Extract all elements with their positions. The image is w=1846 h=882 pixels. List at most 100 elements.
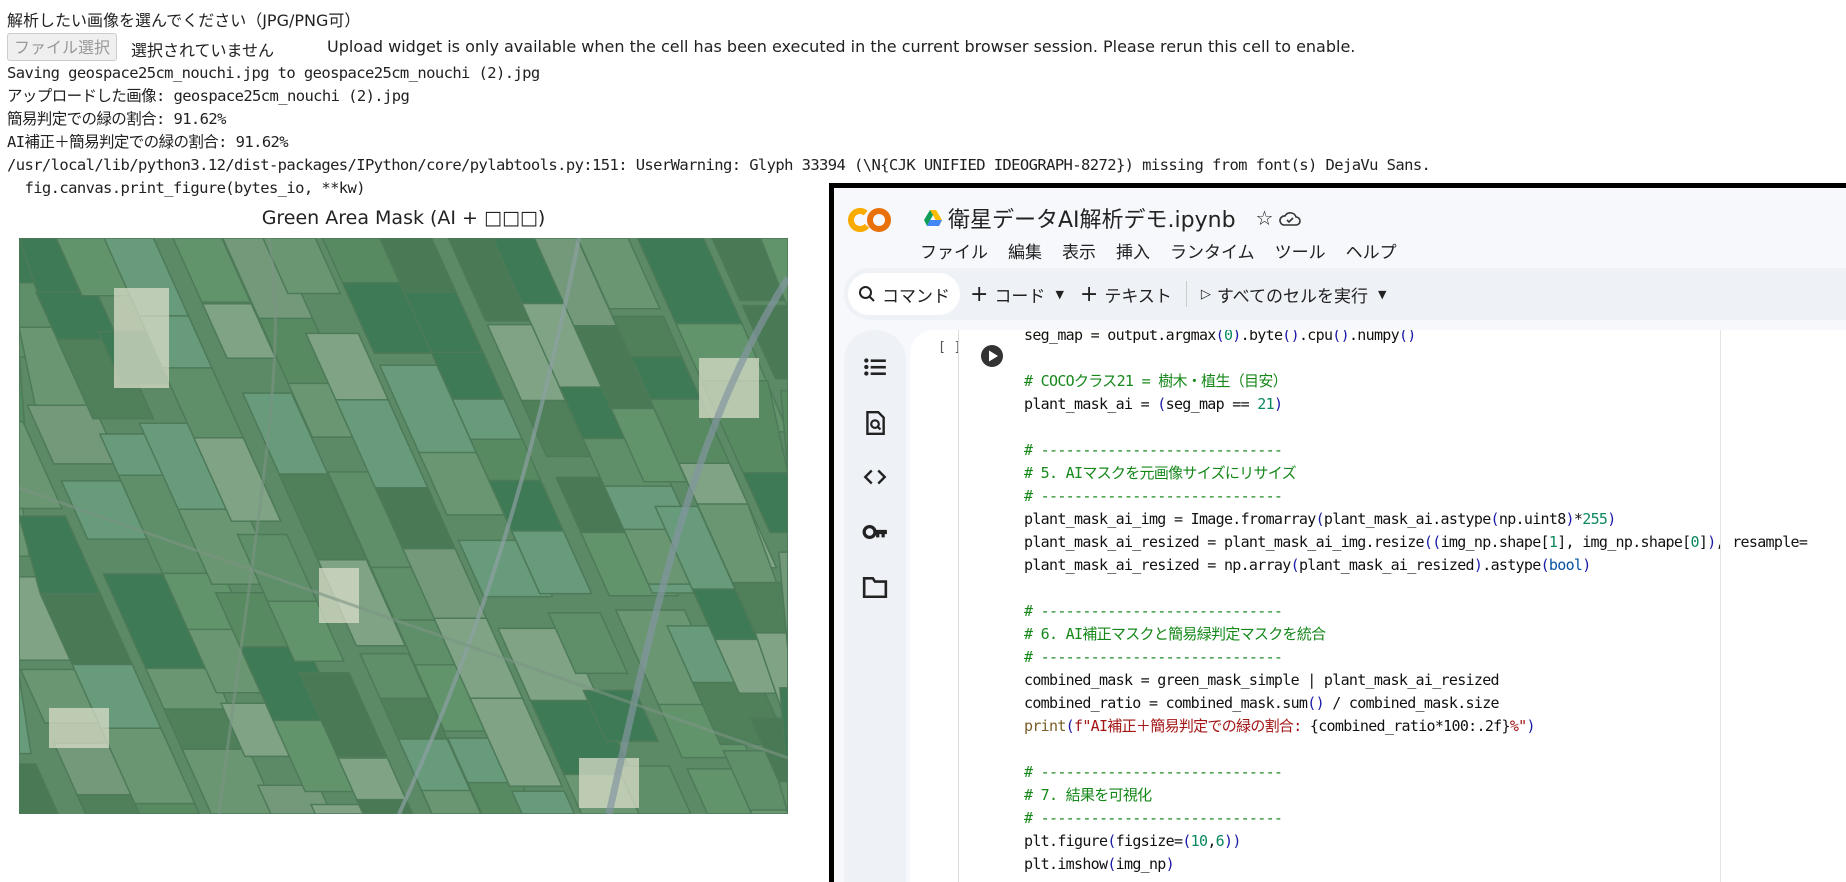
code-token: ) [1232, 330, 1241, 344]
menu-insert[interactable]: 挿入 [1116, 238, 1150, 263]
code-dropdown-chevron-icon[interactable]: ▼ [1055, 288, 1063, 301]
code-token: * [1573, 510, 1583, 528]
run-all-dropdown-chevron-icon[interactable]: ▼ [1378, 288, 1386, 301]
menu-bar: ファイル 編集 表示 挿入 ランタイム ツール ヘルプ [920, 238, 1397, 263]
notebook-title[interactable]: 衛星データAI解析デモ.ipynb [948, 202, 1236, 234]
code-token: # ----------------------------- [1024, 809, 1283, 827]
code-token: # ----------------------------- [1024, 602, 1283, 620]
code-token: () [1332, 330, 1349, 344]
code-token: img_np [1115, 855, 1167, 873]
add-code-label: コード [994, 286, 1046, 307]
menu-edit[interactable]: 編集 [1008, 238, 1042, 263]
toolbar-divider [1185, 281, 1187, 307]
field-patch [748, 809, 788, 814]
colab-logo-icon [848, 208, 891, 232]
secrets-key-icon[interactable] [862, 519, 888, 545]
code-line: plant_mask_ai = (seg_map == 21) [1024, 393, 1807, 416]
warning-line: /usr/local/lib/python3.12/dist-packages/… [7, 156, 1431, 174]
code-token: .numpy [1348, 330, 1400, 344]
code-snippets-icon[interactable] [862, 464, 888, 490]
code-token: / combined_mask.size [1323, 694, 1499, 712]
code-token: plant_mask_ai = [1024, 395, 1158, 413]
code-line: plant_mask_ai_img = Image.fromarray(plan… [1024, 508, 1807, 531]
output-line: AI補正＋簡易判定での緑の割合: 91.62% [7, 133, 289, 151]
code-token: img_np.shape[ [1440, 533, 1550, 551]
code-token: ( [1157, 395, 1166, 413]
code-token: plant_mask_ai_img = Image.fromarray [1024, 510, 1316, 528]
field-patch [114, 288, 169, 388]
code-token: 1 [1548, 533, 1558, 551]
code-token: , resample= [1715, 533, 1808, 551]
output-line: Saving geospace25cm_nouchi.jpg to geospa… [7, 64, 540, 82]
code-token: 21 [1257, 395, 1274, 413]
find-icon[interactable] [862, 410, 888, 436]
code-line: plant_mask_ai_resized = plant_mask_ai_im… [1024, 531, 1808, 554]
code-token: ( [1182, 832, 1191, 850]
toc-icon[interactable] [862, 354, 888, 380]
run-cell-button[interactable] [980, 344, 1004, 368]
code-token: .byte [1240, 330, 1283, 344]
code-token: ) [1607, 510, 1616, 528]
menu-file[interactable]: ファイル [920, 238, 988, 263]
code-token: ) [1165, 855, 1175, 873]
code-token: 10 [1190, 832, 1208, 850]
menu-tools[interactable]: ツール [1275, 238, 1326, 263]
field-patch [420, 789, 482, 814]
add-text-label: テキスト [1104, 286, 1172, 307]
code-token: ) [1526, 717, 1536, 735]
command-label: コマンド [882, 286, 950, 307]
output-line: アップロードした画像: geospace25cm_nouchi (2).jpg [7, 87, 410, 105]
code-token: () [1307, 694, 1324, 712]
code-token: , [1207, 832, 1216, 850]
code-line: plt.figure(figsize=(10,6)) [1024, 830, 1807, 853]
code-line: # ----------------------------- [1024, 646, 1807, 669]
cell-gutter-divider [958, 330, 959, 882]
code-token: ( [1215, 330, 1225, 344]
figure-title: Green Area Mask (AI + □□□) [261, 207, 546, 229]
field-patch [49, 708, 109, 748]
toolbar: コマンド + コード ▼ + テキスト ▷ すべてのセルを実行 ▼ [844, 268, 1846, 320]
folder-icon[interactable] [862, 574, 888, 600]
code-token: plant_mask_ai_resized [1298, 556, 1475, 574]
field-patch [133, 802, 201, 814]
code-token: ( [1107, 832, 1116, 850]
code-line: # 6. AI補正マスクと簡易緑判定マスクを統合 [1024, 623, 1807, 646]
code-token: ( [1540, 556, 1550, 574]
add-text-button[interactable]: + テキスト [1070, 273, 1182, 315]
code-token: ( [1490, 510, 1500, 528]
code-token: )) [1224, 832, 1241, 850]
field-patch [510, 790, 576, 814]
menu-runtime[interactable]: ランタイム [1170, 238, 1255, 263]
code-token: # ----------------------------- [1024, 441, 1283, 459]
add-code-button[interactable]: + コード [960, 273, 1055, 315]
run-all-label: すべてのセルを実行 [1216, 286, 1368, 307]
menu-help[interactable]: ヘルプ [1346, 238, 1397, 263]
star-icon[interactable]: ☆ [1256, 206, 1274, 230]
menu-view[interactable]: 表示 [1062, 238, 1096, 263]
file-select-button[interactable]: ファイル選択 [7, 33, 118, 61]
code-token: () [1398, 330, 1416, 344]
code-token: # ----------------------------- [1024, 763, 1283, 781]
code-token: combined_ratio = combined_mask.sum [1024, 694, 1308, 712]
code-line: # COCOクラス21 = 樹木・植生（目安） [1024, 370, 1807, 393]
cloud-saved-icon[interactable] [1279, 209, 1302, 227]
code-token: # 7. 結果を可視化 [1024, 786, 1152, 804]
code-token: %" [1509, 717, 1527, 735]
code-token: .astype [1482, 556, 1541, 574]
code-token: ) [1582, 556, 1591, 574]
code-token: ( [1065, 717, 1075, 735]
code-cell[interactable]: [ ] seg_map = output.argmax(0).byte().cp… [910, 330, 1846, 882]
code-token: np.uint8 [1498, 510, 1566, 528]
code-token: {combined_ratio*100:.2f} [1309, 717, 1511, 735]
code-token: plt.imshow [1024, 855, 1108, 873]
command-palette-button[interactable]: コマンド [848, 273, 960, 315]
code-line: # ----------------------------- [1024, 485, 1807, 508]
code-line: plant_mask_ai_resized = np.array(plant_m… [1024, 554, 1807, 577]
code-editor[interactable]: seg_map = output.argmax(0).byte().cpu().… [1024, 330, 1808, 876]
plus-icon: + [1079, 281, 1099, 307]
left-sidebar [844, 330, 906, 882]
run-all-button[interactable]: ▷ すべてのセルを実行 [1191, 273, 1378, 315]
code-token: ) [1565, 510, 1575, 528]
